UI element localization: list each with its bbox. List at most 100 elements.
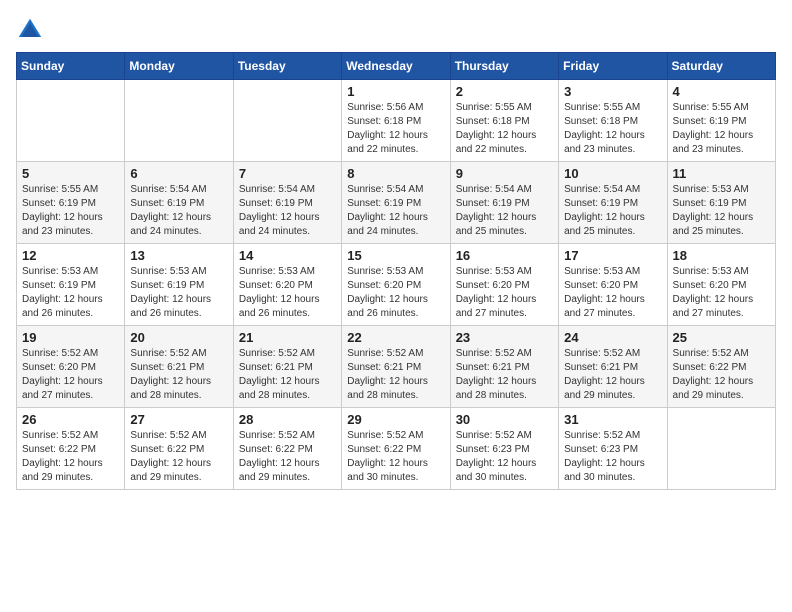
day-number: 9 — [456, 166, 553, 181]
days-header-row: SundayMondayTuesdayWednesdayThursdayFrid… — [17, 53, 776, 80]
calendar-cell — [233, 80, 341, 162]
day-number: 4 — [673, 84, 770, 99]
day-header-sunday: Sunday — [17, 53, 125, 80]
calendar-cell: 3 Sunrise: 5:55 AMSunset: 6:18 PMDaylight… — [559, 80, 667, 162]
day-info: Sunrise: 5:52 AMSunset: 6:21 PMDaylight:… — [130, 347, 227, 403]
day-number: 20 — [130, 330, 227, 345]
calendar-cell: 8Sunrise: 5:54 AMSunset: 6:19 PMDaylight… — [342, 162, 450, 244]
day-number: 5 — [22, 166, 119, 181]
day-number: 13 — [130, 248, 227, 263]
day-info: Sunrise: 5:52 AMSunset: 6:22 PMDaylight:… — [239, 429, 336, 485]
calendar-cell: 17 Sunrise: 5:53 AMSunset: 6:20 PMDayligh… — [559, 244, 667, 326]
day-info: Sunrise: 5:54 AMSunset: 6:19 PMDaylight:… — [130, 183, 227, 239]
day-number: 1 — [347, 84, 444, 99]
calendar-cell: 30Sunrise: 5:52 AMSunset: 6:23 PMDayligh… — [450, 408, 558, 490]
day-number: 16 — [456, 248, 553, 263]
day-number: 3 — [564, 84, 661, 99]
calendar-cell: 5 Sunrise: 5:55 AMSunset: 6:19 PMDaylight… — [17, 162, 125, 244]
day-header-friday: Friday — [559, 53, 667, 80]
day-header-tuesday: Tuesday — [233, 53, 341, 80]
day-info: Sunrise: 5:52 AMSunset: 6:21 PMDaylight:… — [347, 347, 444, 403]
calendar-week-1: 1 Sunrise: 5:56 AMSunset: 6:18 PMDaylight… — [17, 80, 776, 162]
day-info: Sunrise: 5:52 AMSunset: 6:22 PMDaylight:… — [22, 429, 119, 485]
calendar-cell: 14 Sunrise: 5:53 AMSunset: 6:20 PMDayligh… — [233, 244, 341, 326]
day-info: Sunrise: 5:55 AMSunset: 6:19 PMDaylight:… — [673, 101, 770, 157]
day-info: Sunrise: 5:55 AMSunset: 6:18 PMDaylight:… — [564, 101, 661, 157]
day-number: 24 — [564, 330, 661, 345]
calendar-cell: 25Sunrise: 5:52 AMSunset: 6:22 PMDayligh… — [667, 326, 775, 408]
calendar-body: 1 Sunrise: 5:56 AMSunset: 6:18 PMDaylight… — [17, 80, 776, 490]
day-info: Sunrise: 5:55 AMSunset: 6:19 PMDaylight:… — [22, 183, 119, 239]
calendar-cell: 7 Sunrise: 5:54 AMSunset: 6:19 PMDaylight… — [233, 162, 341, 244]
calendar-week-5: 26 Sunrise: 5:52 AMSunset: 6:22 PMDayligh… — [17, 408, 776, 490]
day-info: Sunrise: 5:52 AMSunset: 6:22 PMDaylight:… — [673, 347, 770, 403]
day-info: Sunrise: 5:54 AMSunset: 6:19 PMDaylight:… — [456, 183, 553, 239]
day-number: 29 — [347, 412, 444, 427]
calendar-table: SundayMondayTuesdayWednesdayThursdayFrid… — [16, 52, 776, 490]
calendar-cell: 21Sunrise: 5:52 AMSunset: 6:21 PMDayligh… — [233, 326, 341, 408]
day-info: Sunrise: 5:53 AMSunset: 6:19 PMDaylight:… — [673, 183, 770, 239]
day-info: Sunrise: 5:53 AMSunset: 6:20 PMDaylight:… — [239, 265, 336, 321]
day-info: Sunrise: 5:53 AMSunset: 6:20 PMDaylight:… — [347, 265, 444, 321]
calendar-cell: 28 Sunrise: 5:52 AMSunset: 6:22 PMDayligh… — [233, 408, 341, 490]
day-info: Sunrise: 5:52 AMSunset: 6:22 PMDaylight:… — [347, 429, 444, 485]
day-number: 8 — [347, 166, 444, 181]
calendar-cell: 24 Sunrise: 5:52 AMSunset: 6:21 PMDayligh… — [559, 326, 667, 408]
day-info: Sunrise: 5:53 AMSunset: 6:20 PMDaylight:… — [564, 265, 661, 321]
day-info: Sunrise: 5:54 AMSunset: 6:19 PMDaylight:… — [239, 183, 336, 239]
day-info: Sunrise: 5:53 AMSunset: 6:20 PMDaylight:… — [456, 265, 553, 321]
day-info: Sunrise: 5:52 AMSunset: 6:21 PMDaylight:… — [456, 347, 553, 403]
calendar-cell: 13 Sunrise: 5:53 AMSunset: 6:19 PMDayligh… — [125, 244, 233, 326]
logo — [16, 16, 48, 44]
calendar-cell — [667, 408, 775, 490]
day-number: 27 — [130, 412, 227, 427]
day-number: 17 — [564, 248, 661, 263]
day-number: 22 — [347, 330, 444, 345]
day-number: 19 — [22, 330, 119, 345]
calendar-cell: 12Sunrise: 5:53 AMSunset: 6:19 PMDayligh… — [17, 244, 125, 326]
day-number: 26 — [22, 412, 119, 427]
calendar-cell: 1 Sunrise: 5:56 AMSunset: 6:18 PMDaylight… — [342, 80, 450, 162]
day-number: 7 — [239, 166, 336, 181]
day-number: 21 — [239, 330, 336, 345]
calendar-cell: 19 Sunrise: 5:52 AMSunset: 6:20 PMDayligh… — [17, 326, 125, 408]
calendar-week-2: 5 Sunrise: 5:55 AMSunset: 6:19 PMDaylight… — [17, 162, 776, 244]
day-info: Sunrise: 5:52 AMSunset: 6:23 PMDaylight:… — [456, 429, 553, 485]
calendar-cell: 10Sunrise: 5:54 AMSunset: 6:19 PMDayligh… — [559, 162, 667, 244]
day-info: Sunrise: 5:53 AMSunset: 6:19 PMDaylight:… — [130, 265, 227, 321]
calendar-cell: 2Sunrise: 5:55 AMSunset: 6:18 PMDaylight… — [450, 80, 558, 162]
day-info: Sunrise: 5:54 AMSunset: 6:19 PMDaylight:… — [564, 183, 661, 239]
day-header-thursday: Thursday — [450, 53, 558, 80]
calendar-cell: 31 Sunrise: 5:52 AMSunset: 6:23 PMDayligh… — [559, 408, 667, 490]
page-header — [16, 16, 776, 44]
calendar-cell: 6 Sunrise: 5:54 AMSunset: 6:19 PMDaylight… — [125, 162, 233, 244]
day-number: 23 — [456, 330, 553, 345]
calendar-week-4: 19 Sunrise: 5:52 AMSunset: 6:20 PMDayligh… — [17, 326, 776, 408]
day-info: Sunrise: 5:56 AMSunset: 6:18 PMDaylight:… — [347, 101, 444, 157]
day-info: Sunrise: 5:53 AMSunset: 6:19 PMDaylight:… — [22, 265, 119, 321]
calendar-cell — [125, 80, 233, 162]
calendar-cell — [17, 80, 125, 162]
calendar-header: SundayMondayTuesdayWednesdayThursdayFrid… — [17, 53, 776, 80]
calendar-cell: 18 Sunrise: 5:53 AMSunset: 6:20 PMDayligh… — [667, 244, 775, 326]
day-header-wednesday: Wednesday — [342, 53, 450, 80]
calendar-week-3: 12Sunrise: 5:53 AMSunset: 6:19 PMDayligh… — [17, 244, 776, 326]
day-info: Sunrise: 5:52 AMSunset: 6:21 PMDaylight:… — [564, 347, 661, 403]
calendar-cell: 15Sunrise: 5:53 AMSunset: 6:20 PMDayligh… — [342, 244, 450, 326]
calendar-cell: 4 Sunrise: 5:55 AMSunset: 6:19 PMDaylight… — [667, 80, 775, 162]
day-number: 28 — [239, 412, 336, 427]
day-info: Sunrise: 5:52 AMSunset: 6:20 PMDaylight:… — [22, 347, 119, 403]
day-info: Sunrise: 5:52 AMSunset: 6:23 PMDaylight:… — [564, 429, 661, 485]
day-number: 11 — [673, 166, 770, 181]
day-number: 6 — [130, 166, 227, 181]
day-number: 31 — [564, 412, 661, 427]
day-info: Sunrise: 5:55 AMSunset: 6:18 PMDaylight:… — [456, 101, 553, 157]
calendar-cell: 22 Sunrise: 5:52 AMSunset: 6:21 PMDayligh… — [342, 326, 450, 408]
day-number: 14 — [239, 248, 336, 263]
day-header-monday: Monday — [125, 53, 233, 80]
calendar-cell: 29 Sunrise: 5:52 AMSunset: 6:22 PMDayligh… — [342, 408, 450, 490]
day-info: Sunrise: 5:52 AMSunset: 6:22 PMDaylight:… — [130, 429, 227, 485]
day-info: Sunrise: 5:53 AMSunset: 6:20 PMDaylight:… — [673, 265, 770, 321]
logo-icon — [16, 16, 44, 44]
day-number: 18 — [673, 248, 770, 263]
